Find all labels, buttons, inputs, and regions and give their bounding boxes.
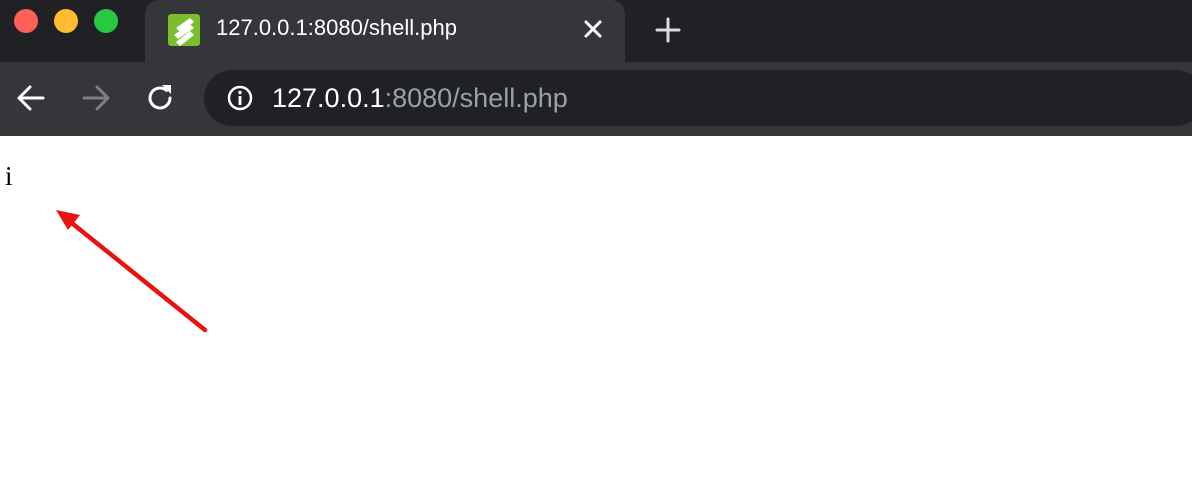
tab-active[interactable]: 127.0.0.1:8080/shell.php	[145, 0, 625, 62]
url-host: 127.0.0.1	[272, 83, 385, 113]
page-content: i	[0, 136, 1192, 488]
url-text: 127.0.0.1:8080/shell.php	[272, 84, 568, 112]
tab-strip: 127.0.0.1:8080/shell.php	[0, 0, 1192, 62]
new-tab-plus-icon[interactable]	[652, 14, 684, 46]
reload-icon[interactable]	[143, 81, 177, 115]
tab-title: 127.0.0.1:8080/shell.php	[216, 15, 457, 40]
window-minimize-button[interactable]	[54, 9, 78, 33]
window-maximize-button[interactable]	[94, 9, 118, 33]
site-info-icon[interactable]	[226, 84, 254, 112]
tab-close-icon[interactable]	[579, 15, 607, 43]
window-close-button[interactable]	[14, 9, 38, 33]
url-path: :8080/shell.php	[384, 83, 568, 113]
forward-arrow-icon[interactable]	[79, 81, 113, 115]
red-arrow-annotation	[56, 210, 208, 333]
browser-toolbar: 127.0.0.1:8080/shell.php	[0, 62, 1192, 136]
back-arrow-icon[interactable]	[14, 81, 48, 115]
address-bar[interactable]: 127.0.0.1:8080/shell.php	[204, 70, 1192, 126]
favicon-icon	[168, 14, 200, 46]
